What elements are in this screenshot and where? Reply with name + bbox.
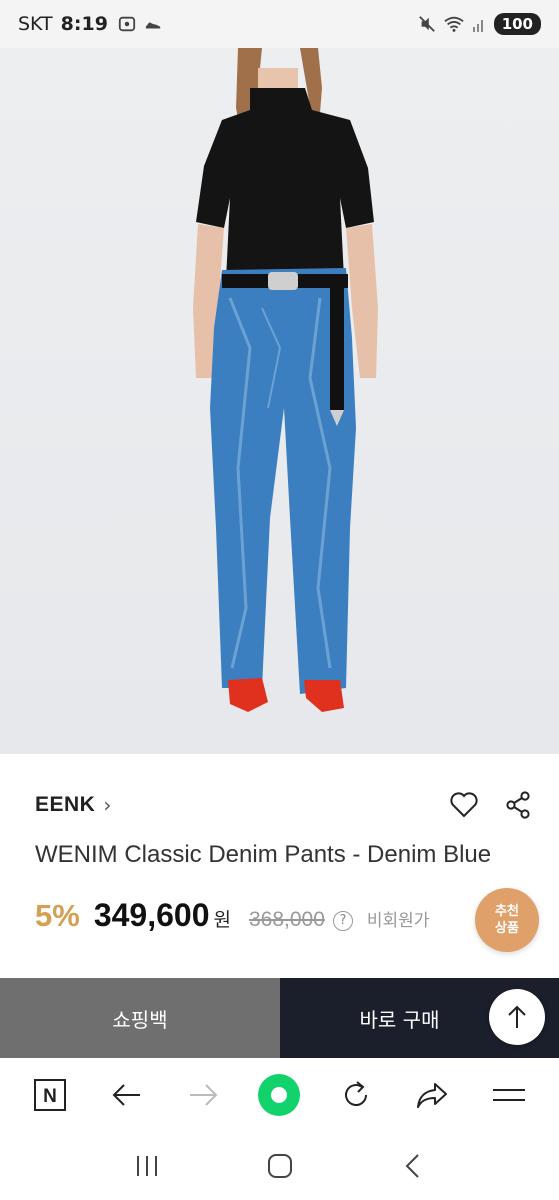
buy-now-label: 바로 구매 [359, 1007, 440, 1032]
status-right: 100 [418, 13, 541, 35]
shopping-bag-button[interactable]: 쇼핑백 [0, 978, 280, 1058]
browser-toolbar: N [0, 1058, 559, 1132]
nonmember-price-label: 비회원가 [366, 911, 430, 931]
menu-glyph [492, 1089, 525, 1101]
arrow-up-icon [508, 1005, 526, 1028]
home-icon[interactable] [255, 1141, 305, 1191]
product-actions [449, 791, 531, 819]
forward-arrow-glyph [190, 1084, 218, 1106]
model-photo [193, 48, 378, 712]
naver-n-label: N [43, 1086, 57, 1107]
recent-apps-glyph [136, 1156, 157, 1176]
mute-icon [418, 16, 435, 32]
share-arrow-icon[interactable] [407, 1070, 457, 1120]
naver-n-box: N [34, 1079, 67, 1111]
price-row: 5% 349,600 원 368,000 ? 비회원가 [35, 897, 429, 934]
back-glyph [405, 1154, 419, 1178]
back-icon[interactable] [388, 1141, 438, 1191]
chevron-right-icon[interactable]: › [103, 793, 111, 817]
shoe-icon [145, 22, 161, 29]
discount-rate: 5% [35, 898, 80, 933]
screen: SKT 8:19 100 EENK › WENIM Classic Denim … [0, 0, 559, 1200]
wifi-icon [444, 16, 464, 32]
green-home-icon[interactable] [254, 1070, 304, 1120]
product-info: EENK › WENIM Classic Denim Pants - Denim… [0, 754, 559, 978]
clock: 8:19 [60, 13, 108, 35]
product-image[interactable] [0, 48, 559, 754]
heart-icon[interactable] [449, 791, 479, 819]
help-icon[interactable]: ? [332, 911, 353, 931]
refresh-icon[interactable] [331, 1070, 381, 1120]
recent-apps-icon[interactable] [122, 1141, 172, 1191]
back-arrow-icon[interactable] [102, 1070, 152, 1120]
battery-indicator: 100 [493, 13, 541, 35]
status-bar: SKT 8:19 100 [0, 0, 559, 48]
shopping-bag-label: 쇼핑백 [112, 1007, 168, 1032]
currency-unit: 원 [213, 909, 231, 931]
screenshot-icon [118, 16, 136, 32]
naver-n-icon[interactable]: N [25, 1070, 75, 1120]
brand-link[interactable]: EENK [35, 793, 95, 817]
recommend-label-1: 추천 [495, 904, 519, 919]
menu-icon[interactable] [484, 1070, 534, 1120]
system-navigation [0, 1132, 559, 1200]
brand-row: EENK › [35, 790, 531, 820]
scroll-top-button[interactable] [489, 989, 545, 1045]
back-arrow-glyph [112, 1084, 140, 1106]
recommend-products-button[interactable]: 추천 상품 [475, 888, 539, 952]
original-price: 368,000 [248, 908, 325, 931]
home-glyph [267, 1154, 292, 1178]
product-title: WENIM Classic Denim Pants - Denim Blue [35, 841, 492, 868]
carrier-label: SKT [18, 13, 53, 35]
refresh-glyph [344, 1081, 367, 1106]
sale-price: 349,600 [93, 897, 210, 933]
green-home-glyph [258, 1074, 301, 1116]
forward-arrow-icon[interactable] [178, 1070, 228, 1120]
recommend-label-2: 상품 [495, 921, 519, 936]
battery-level: 100 [501, 15, 533, 33]
share-arrow-glyph [417, 1083, 448, 1108]
signal-icon [472, 20, 483, 32]
share-icon[interactable] [505, 791, 531, 819]
